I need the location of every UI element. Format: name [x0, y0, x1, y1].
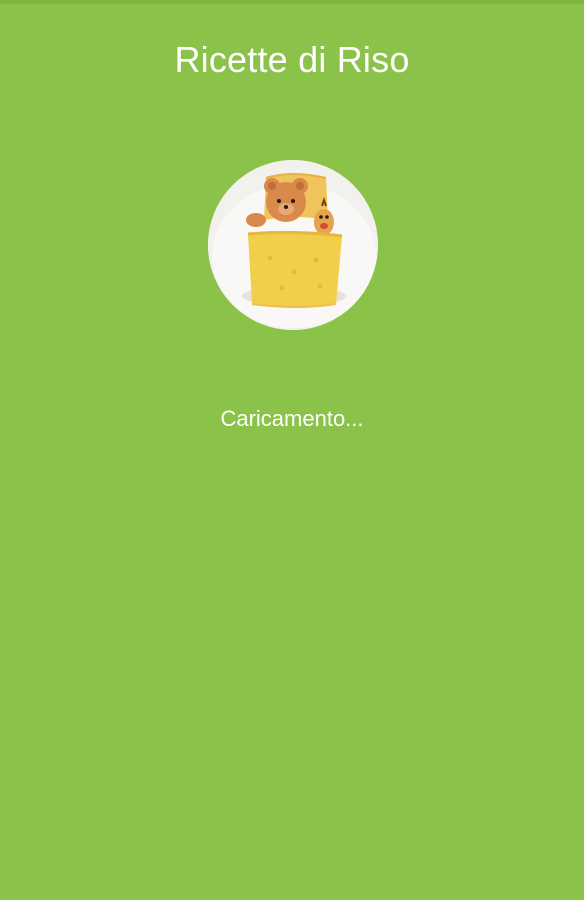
splash-screen: Ricette di Riso Caricamento...: [0, 0, 584, 900]
app-title: Ricette di Riso: [174, 39, 410, 80]
loading-text: Caricamento...: [220, 406, 364, 431]
splash-image: [208, 160, 378, 330]
status-bar-strip: [0, 0, 584, 4]
